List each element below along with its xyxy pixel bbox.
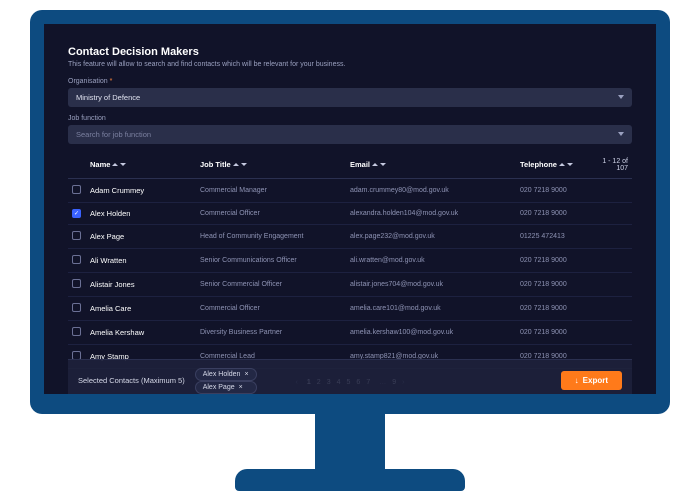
cell-email: ali.wratten@mod.gov.uk <box>350 257 520 264</box>
organisation-value: Ministry of Defence <box>76 93 140 102</box>
job-function-placeholder: Search for job function <box>76 130 151 139</box>
table-header-row: Name Job Title Email Telephone 1 - 12 of… <box>68 152 632 179</box>
row-checkbox[interactable]: ✓ <box>72 209 81 218</box>
row-checkbox[interactable] <box>72 185 81 194</box>
job-function-label: Job function <box>68 115 632 122</box>
result-range: 1 - 12 of 107 <box>600 158 628 172</box>
cell-telephone: 020 7218 9000 <box>520 281 600 288</box>
cell-telephone: 020 7218 9000 <box>520 329 600 336</box>
sort-down-icon <box>567 163 573 166</box>
sort-down-icon <box>241 163 247 166</box>
selected-contacts-bar: Selected Contacts (Maximum 5) Alex Holde… <box>68 359 632 394</box>
selected-chip[interactable]: Alex Holden× <box>195 368 257 381</box>
cell-email: alex.page232@mod.gov.uk <box>350 233 520 240</box>
table-row: ✓ Alex HoldenCommercial Officeralexandra.… <box>68 203 632 225</box>
cell-name: Amelia Care <box>90 304 200 313</box>
organisation-label: Organisation * <box>68 78 632 85</box>
cell-job-title: Commercial Officer <box>200 210 350 217</box>
export-button[interactable]: ↓ Export <box>561 371 622 390</box>
close-icon[interactable]: × <box>239 384 243 391</box>
cell-name: Adam Crummey <box>90 186 200 195</box>
sort-up-icon <box>559 163 565 166</box>
table-row: Amelia CareCommercial Officeramelia.care… <box>68 297 632 321</box>
sort-up-icon <box>112 163 118 166</box>
job-function-search[interactable]: Search for job function <box>68 125 632 144</box>
table-row: Amelia KershawDiversity Business Partner… <box>68 321 632 345</box>
cell-job-title: Diversity Business Partner <box>200 329 350 336</box>
cell-name: Alex Page <box>90 232 200 241</box>
download-icon: ↓ <box>575 376 579 385</box>
cell-telephone: 020 7218 9000 <box>520 187 600 194</box>
cell-name: Amelia Kershaw <box>90 328 200 337</box>
app-screen: Contact Decision Makers This feature wil… <box>44 24 656 394</box>
col-header-name[interactable]: Name <box>90 158 200 172</box>
selected-label: Selected Contacts (Maximum 5) <box>78 376 185 385</box>
sort-up-icon <box>233 163 239 166</box>
cell-job-title: Commercial Manager <box>200 187 350 194</box>
cell-telephone: 020 7218 9000 <box>520 210 600 217</box>
cell-email: adam.crummey80@mod.gov.uk <box>350 187 520 194</box>
monitor-stand-neck <box>315 414 385 469</box>
cell-email: amelia.care101@mod.gov.uk <box>350 305 520 312</box>
table-row: Alex PageHead of Community Engagementale… <box>68 225 632 249</box>
chevron-down-icon <box>618 95 624 99</box>
page-subtitle: This feature will allow to search and fi… <box>68 61 632 68</box>
monitor-stand-base <box>235 469 465 491</box>
table-body: Adam CrummeyCommercial Manageradam.crumm… <box>68 179 632 369</box>
sort-up-icon <box>372 163 378 166</box>
chevron-down-icon <box>618 132 624 136</box>
cell-name: Alex Holden <box>90 209 200 218</box>
monitor-bezel: Contact Decision Makers This feature wil… <box>30 10 670 414</box>
cell-email: alexandra.holden104@mod.gov.uk <box>350 210 520 217</box>
row-checkbox[interactable] <box>72 255 81 264</box>
row-checkbox[interactable] <box>72 231 81 240</box>
sort-down-icon <box>120 163 126 166</box>
cell-name: Ali Wratten <box>90 256 200 265</box>
row-checkbox[interactable] <box>72 279 81 288</box>
sort-down-icon <box>380 163 386 166</box>
table-row: Adam CrummeyCommercial Manageradam.crumm… <box>68 179 632 203</box>
cell-telephone: 020 7218 9000 <box>520 305 600 312</box>
col-header-email[interactable]: Email <box>350 158 520 172</box>
cell-job-title: Commercial Officer <box>200 305 350 312</box>
cell-telephone: 020 7218 9000 <box>520 257 600 264</box>
selected-chip[interactable]: Alex Page× <box>195 381 257 394</box>
cell-name: Alistair Jones <box>90 280 200 289</box>
table-row: Alistair JonesSenior Commercial Officera… <box>68 273 632 297</box>
cell-job-title: Head of Community Engagement <box>200 233 350 240</box>
close-icon[interactable]: × <box>244 371 248 378</box>
organisation-select[interactable]: Ministry of Defence <box>68 88 632 107</box>
table-row: Ali WrattenSenior Communications Officer… <box>68 249 632 273</box>
row-checkbox[interactable] <box>72 327 81 336</box>
cell-email: amelia.kershaw100@mod.gov.uk <box>350 329 520 336</box>
cell-email: alistair.jones704@mod.gov.uk <box>350 281 520 288</box>
cell-job-title: Senior Commercial Officer <box>200 281 350 288</box>
col-header-telephone[interactable]: Telephone <box>520 158 600 172</box>
cell-job-title: Senior Communications Officer <box>200 257 350 264</box>
cell-telephone: 01225 472413 <box>520 233 600 240</box>
monitor-frame: Contact Decision Makers This feature wil… <box>30 10 670 491</box>
col-header-job-title[interactable]: Job Title <box>200 158 350 172</box>
row-checkbox[interactable] <box>72 303 81 312</box>
page-title: Contact Decision Makers <box>68 46 632 58</box>
